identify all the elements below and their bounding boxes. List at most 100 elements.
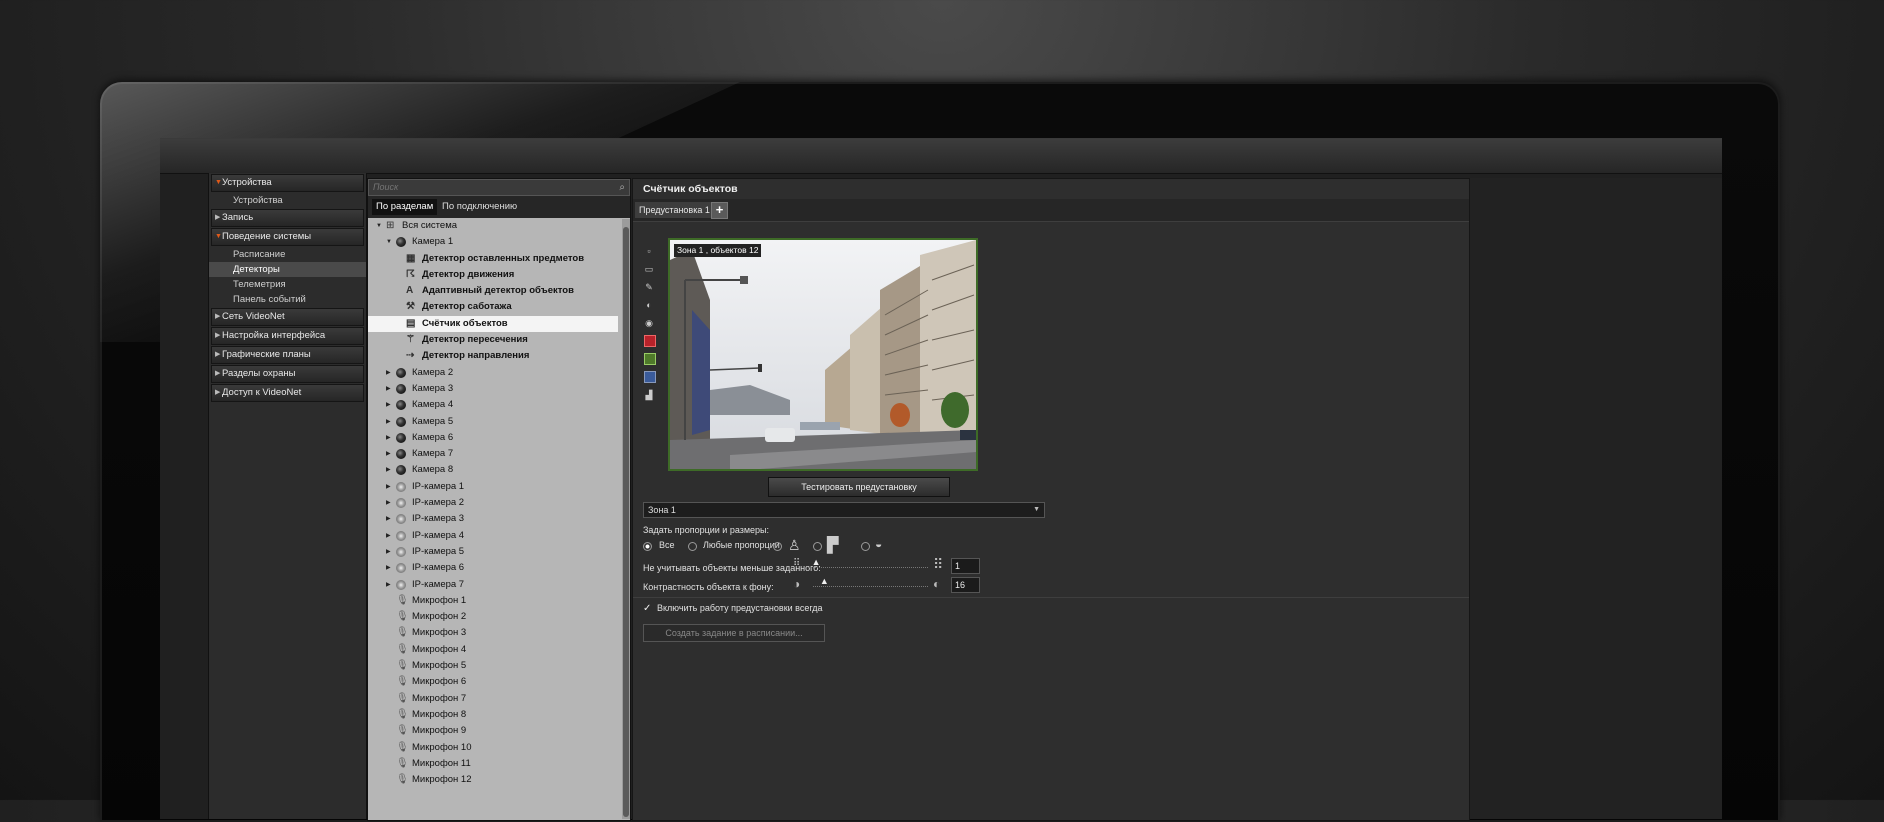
always-on-checkbox[interactable]: ✓ xyxy=(643,604,652,614)
chevron-right-icon[interactable]: ▶ xyxy=(215,309,220,325)
select-tool-icon[interactable]: ▫ xyxy=(643,245,655,257)
min-size-slider[interactable]: ▲ xyxy=(808,557,928,568)
nav-item[interactable]: Расписание xyxy=(209,247,366,262)
chevron-right-icon[interactable]: ▶ xyxy=(215,347,220,363)
min-size-slider-thumb[interactable]: ▲ xyxy=(812,557,821,567)
nav-section[interactable]: ▼ Устройства xyxy=(211,174,364,192)
test-preset-button[interactable]: Тестировать предустановку xyxy=(768,477,950,497)
tree-microphone[interactable]: 🎙︎ Микрофон 5 xyxy=(368,658,618,674)
tree-ip-camera[interactable]: ▶ IP-камера 3 xyxy=(368,511,618,527)
tree-microphone[interactable]: 🎙︎ Микрофон 10 xyxy=(368,740,618,756)
chevron-right-icon[interactable]: ▶ xyxy=(386,577,391,593)
tree-detector[interactable]: ☈ Детектор движения xyxy=(368,267,618,283)
chevron-right-icon[interactable]: ▶ xyxy=(386,446,391,462)
tree-microphone[interactable]: 🎙︎ Микрофон 3 xyxy=(368,625,618,641)
histogram-icon[interactable]: ▟ xyxy=(643,389,655,401)
chevron-right-icon[interactable]: ▶ xyxy=(386,560,391,576)
nav-item[interactable]: Устройства xyxy=(209,193,366,208)
search-input[interactable] xyxy=(369,182,593,192)
chevron-right-icon[interactable]: ▶ xyxy=(386,511,391,527)
chevron-right-icon[interactable]: ▶ xyxy=(386,414,391,430)
create-schedule-task-button[interactable]: Создать задание в расписании... xyxy=(643,624,825,642)
fill-tool-icon[interactable]: ◉ xyxy=(643,317,655,329)
nav-item[interactable]: Телеметрия xyxy=(209,277,366,292)
nav-section[interactable]: ▶ Сеть VideoNet xyxy=(211,308,364,326)
radio-all[interactable] xyxy=(643,542,652,551)
tree-detector[interactable]: ⚒ Детектор саботажа xyxy=(368,299,618,315)
tree-microphone[interactable]: 🎙︎ Микрофон 11 xyxy=(368,756,618,772)
nav-item[interactable]: Панель событий xyxy=(209,292,366,307)
nav-section[interactable]: ▼ Поведение системы xyxy=(211,228,364,246)
tree-scrollbar[interactable] xyxy=(622,219,630,819)
chevron-right-icon[interactable]: ▶ xyxy=(215,366,220,382)
contrast-value[interactable]: 16 xyxy=(951,577,980,593)
tree-camera[interactable]: ▶ Камера 3 xyxy=(368,381,618,397)
brush-tool-icon[interactable]: ✎ xyxy=(643,281,655,293)
chevron-right-icon[interactable]: ▶ xyxy=(386,544,391,560)
tree-ip-camera[interactable]: ▶ IP-камера 5 xyxy=(368,544,618,560)
zone-select[interactable]: Зона 1 ▼ xyxy=(643,502,1045,518)
green-color-swatch[interactable] xyxy=(644,353,656,365)
tree-ip-camera[interactable]: ▶ IP-камера 4 xyxy=(368,528,618,544)
radio-truck[interactable] xyxy=(813,542,822,551)
search-box[interactable]: ⌕ xyxy=(368,179,630,196)
blue-color-swatch[interactable] xyxy=(644,371,656,383)
chevron-right-icon[interactable]: ▶ xyxy=(386,462,391,478)
chevron-down-icon[interactable]: ▼ xyxy=(215,175,222,191)
tree-camera[interactable]: ▶ Камера 8 xyxy=(368,462,618,478)
tree-microphone[interactable]: 🎙︎ Микрофон 7 xyxy=(368,691,618,707)
nav-section[interactable]: ▶ Доступ к VideoNet xyxy=(211,384,364,402)
add-preset-button[interactable]: + xyxy=(711,202,728,219)
chevron-right-icon[interactable]: ▶ xyxy=(215,385,220,401)
red-color-swatch[interactable] xyxy=(644,335,656,347)
tree-ip-camera[interactable]: ▶ IP-камера 1 xyxy=(368,479,618,495)
nav-section[interactable]: ▶ Запись xyxy=(211,209,364,227)
tree-detector[interactable]: ▦ Детектор оставленных предметов xyxy=(368,251,618,267)
tree-microphone[interactable]: 🎙︎ Микрофон 9 xyxy=(368,723,618,739)
nav-section[interactable]: ▶ Графические планы xyxy=(211,346,364,364)
tree-microphone[interactable]: 🎙︎ Микрофон 4 xyxy=(368,642,618,658)
tree-microphone[interactable]: 🎙︎ Микрофон 2 xyxy=(368,609,618,625)
chevron-right-icon[interactable]: ▶ xyxy=(386,381,391,397)
tree-ip-camera[interactable]: ▶ IP-камера 6 xyxy=(368,560,618,576)
radio-car[interactable] xyxy=(861,542,870,551)
tab-preset-1[interactable]: Предустановка 1 xyxy=(635,202,714,218)
chevron-down-icon[interactable]: ▼ xyxy=(376,218,382,234)
chevron-right-icon[interactable]: ▶ xyxy=(386,430,391,446)
tree-camera[interactable]: ▶ Камера 4 xyxy=(368,397,618,413)
search-icon[interactable]: ⌕ xyxy=(619,180,625,195)
tree-camera[interactable]: ▶ Камера 5 xyxy=(368,414,618,430)
tree-microphone[interactable]: 🎙︎ Микрофон 8 xyxy=(368,707,618,723)
chevron-down-icon[interactable]: ▼ xyxy=(215,229,222,245)
contrast-slider[interactable]: ▲ xyxy=(813,576,928,587)
rectangle-tool-icon[interactable]: ▭ xyxy=(643,263,655,275)
tree-camera[interactable]: ▶ Камера 2 xyxy=(368,365,618,381)
min-size-value[interactable]: 1 xyxy=(951,558,980,574)
tree-detector[interactable]: ▤ Счётчик объектов xyxy=(368,315,618,333)
chevron-right-icon[interactable]: ▶ xyxy=(386,528,391,544)
tree-detector[interactable]: ⚚ Детектор пересечения xyxy=(368,332,618,348)
tree-camera[interactable]: ▼ Камера 1 xyxy=(368,234,618,250)
chevron-right-icon[interactable]: ▶ xyxy=(386,479,391,495)
radio-any-proportions[interactable] xyxy=(688,542,697,551)
radio-person[interactable] xyxy=(773,542,782,551)
chevron-down-icon[interactable]: ▼ xyxy=(1033,503,1040,517)
contrast-slider-thumb[interactable]: ▲ xyxy=(820,576,829,586)
camera-preview[interactable]: Зона 1 , объектов 12 xyxy=(668,238,978,471)
tree-microphone[interactable]: 🎙︎ Микрофон 6 xyxy=(368,674,618,690)
nav-section[interactable]: ▶ Разделы охраны xyxy=(211,365,364,383)
tree-detector[interactable]: ⇢ Детектор направления xyxy=(368,348,618,364)
chevron-right-icon[interactable]: ▶ xyxy=(386,495,391,511)
tree-root[interactable]: ▼ ⊞ Вся система xyxy=(368,218,618,234)
chevron-right-icon[interactable]: ▶ xyxy=(215,328,220,344)
chevron-right-icon[interactable]: ▶ xyxy=(386,397,391,413)
tree-camera[interactable]: ▶ Камера 7 xyxy=(368,446,618,462)
tree-camera[interactable]: ▶ Камера 6 xyxy=(368,430,618,446)
tab-by-connection[interactable]: По подключению xyxy=(438,199,521,215)
chevron-down-icon[interactable]: ▼ xyxy=(386,234,392,250)
ellipse-tool-icon[interactable]: ◐ xyxy=(643,299,655,311)
tree-microphone[interactable]: 🎙︎ Микрофон 12 xyxy=(368,772,618,788)
chevron-right-icon[interactable]: ▶ xyxy=(386,365,391,381)
nav-section[interactable]: ▶ Настройка интерфейса xyxy=(211,327,364,345)
tree-scrollbar-thumb[interactable] xyxy=(623,227,629,817)
